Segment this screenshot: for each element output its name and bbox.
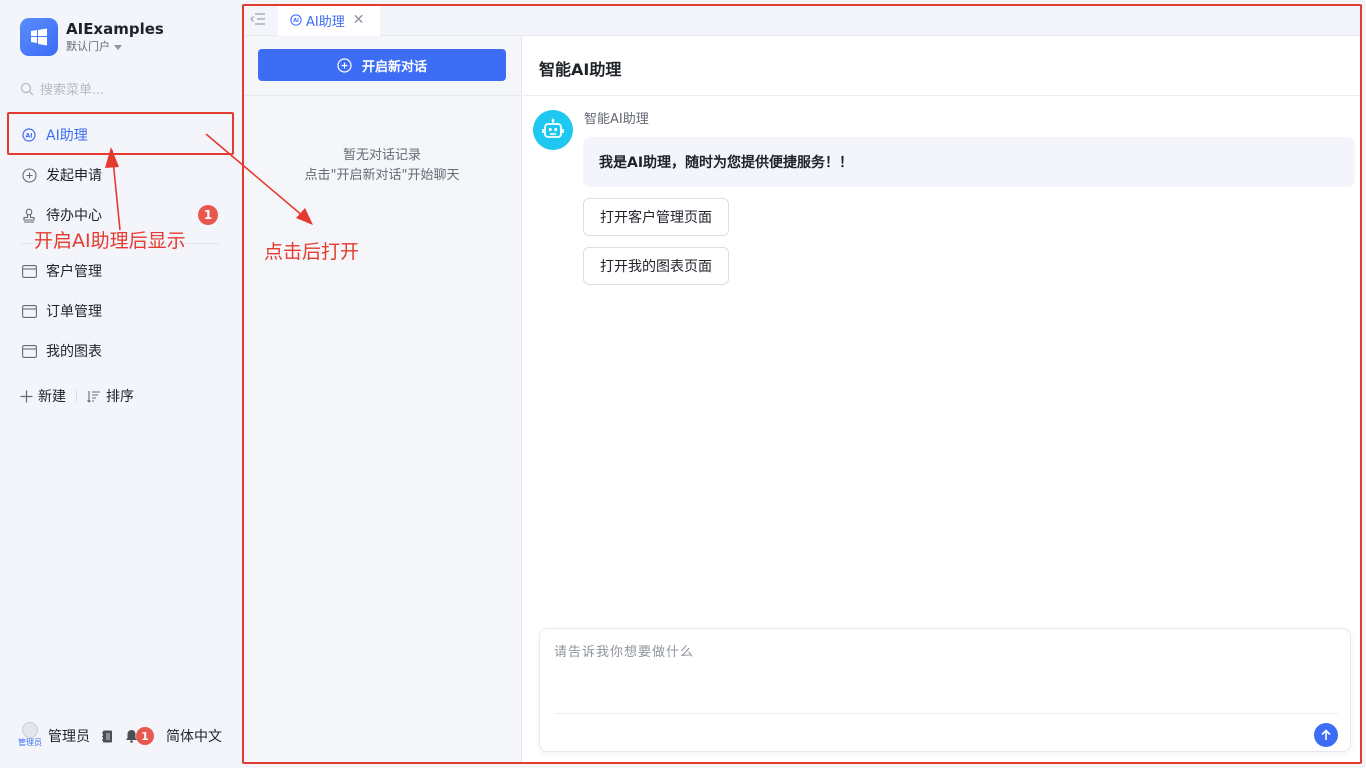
avatar[interactable]: 管理员 bbox=[18, 722, 42, 750]
quick-action-label: 打开客户管理页面 bbox=[600, 210, 712, 226]
folder-icon bbox=[20, 342, 38, 360]
svg-text:AI: AI bbox=[293, 18, 299, 24]
svg-text:AI: AI bbox=[26, 133, 33, 140]
sidebar-item-ai-assistant[interactable]: AI AI助理 bbox=[20, 115, 220, 155]
plus-circle-icon bbox=[20, 166, 38, 184]
stamp-icon bbox=[20, 206, 38, 224]
caret-down-icon bbox=[114, 44, 122, 50]
sidebar: AIExamples 默认门户 搜索菜单... AI AI助理 发起申请 待办中… bbox=[0, 0, 242, 768]
sidebar-item-label: 我的图表 bbox=[46, 344, 102, 360]
sidebar-item-label: 发起申请 bbox=[46, 168, 102, 184]
sort-label: 排序 bbox=[106, 389, 134, 405]
language-switcher[interactable]: 简体中文 bbox=[166, 726, 222, 746]
tab-ai-assistant[interactable]: AI AI助理 ✕ bbox=[278, 4, 380, 36]
sidebar-item-label: 客户管理 bbox=[46, 264, 102, 280]
quick-action-button[interactable]: 打开客户管理页面 bbox=[583, 198, 729, 236]
brand[interactable]: AIExamples 默认门户 bbox=[20, 18, 164, 56]
notifications-button[interactable]: 1 bbox=[125, 727, 154, 745]
conversation-list-panel: 开启新对话 暂无对话记录 点击"开启新对话"开始聊天 bbox=[242, 36, 522, 764]
bot-message-bubble: 我是AI助理，随时为您提供便捷服务！！ bbox=[583, 137, 1355, 187]
sidebar-actions: 新建 排序 bbox=[20, 386, 134, 406]
new-conversation-label: 开启新对话 bbox=[361, 58, 427, 74]
user-name[interactable]: 管理员 bbox=[48, 726, 90, 746]
main-content: AI AI助理 ✕ 开启新对话 暂无对话记录 点击"开启新对话"开始聊天 智能A… bbox=[242, 4, 1362, 764]
quick-action-button[interactable]: 打开我的图表页面 bbox=[583, 247, 729, 285]
sidebar-item-apply[interactable]: 发起申请 bbox=[20, 155, 220, 195]
ai-icon: AI bbox=[20, 126, 38, 144]
plus-icon bbox=[20, 390, 33, 402]
robot-icon bbox=[533, 110, 573, 150]
close-tab-icon[interactable]: ✕ bbox=[353, 12, 365, 28]
empty-conversations: 暂无对话记录 点击"开启新对话"开始聊天 bbox=[242, 146, 522, 186]
panel-divider bbox=[242, 95, 522, 96]
user-avatar-icon bbox=[22, 722, 38, 738]
annotation-open-note: 点击后打开 bbox=[264, 241, 360, 263]
notification-count-badge: 1 bbox=[136, 727, 154, 745]
empty-hint: 点击"开启新对话"开始聊天 bbox=[304, 168, 460, 183]
brand-name: AIExamples bbox=[66, 20, 164, 38]
chat-panel: 智能AI助理 智能AI助理 我是AI助理，随时为您提供便捷服务！！ 打开客户管理… bbox=[523, 36, 1362, 764]
collapse-menu-icon bbox=[250, 13, 265, 25]
empty-title: 暂无对话记录 bbox=[342, 148, 421, 163]
chat-title: 智能AI助理 bbox=[539, 60, 622, 79]
send-button[interactable] bbox=[1314, 723, 1338, 747]
address-book-button[interactable] bbox=[102, 730, 113, 743]
tab-bar: AI AI助理 ✕ bbox=[242, 4, 1362, 36]
sidebar-item-customers[interactable]: 客户管理 bbox=[20, 251, 220, 291]
folder-icon bbox=[20, 302, 38, 320]
portal-selector[interactable]: 默认门户 bbox=[66, 39, 164, 55]
windows-logo-icon bbox=[20, 18, 58, 56]
ai-icon: AI bbox=[290, 14, 302, 26]
plus-circle-icon bbox=[337, 57, 352, 73]
new-menu-button[interactable]: 新建 bbox=[20, 386, 66, 406]
search-placeholder: 搜索菜单... bbox=[40, 83, 105, 98]
sort-icon bbox=[87, 390, 100, 403]
todo-count-badge: 1 bbox=[198, 205, 218, 225]
arrow-up-icon bbox=[1321, 729, 1331, 740]
sidebar-item-label: 待办中心 bbox=[46, 208, 102, 224]
address-book-icon bbox=[102, 730, 112, 742]
avatar-tag: 管理员 bbox=[18, 738, 42, 747]
sidebar-item-label: AI助理 bbox=[46, 128, 88, 144]
message-input[interactable] bbox=[554, 641, 1334, 701]
sidebar-item-label: 订单管理 bbox=[46, 304, 102, 320]
menu-search[interactable]: 搜索菜单... bbox=[20, 79, 104, 98]
collapse-sidebar-button[interactable] bbox=[250, 12, 266, 30]
quick-action-label: 打开我的图表页面 bbox=[600, 259, 712, 275]
portal-label: 默认门户 bbox=[66, 40, 110, 53]
new-conversation-button[interactable]: 开启新对话 bbox=[258, 49, 506, 81]
folder-icon bbox=[20, 262, 38, 280]
chat-header-divider bbox=[523, 95, 1362, 96]
sidebar-item-orders[interactable]: 订单管理 bbox=[20, 291, 220, 331]
search-icon bbox=[20, 82, 34, 95]
composer-divider bbox=[554, 713, 1338, 714]
bot-name: 智能AI助理 bbox=[584, 112, 649, 127]
annotation-menu-note: 开启AI助理后显示 bbox=[34, 230, 186, 252]
message-composer bbox=[539, 628, 1351, 752]
sidebar-item-charts[interactable]: 我的图表 bbox=[20, 331, 220, 371]
tab-label: AI助理 bbox=[306, 14, 345, 30]
sort-menu-button[interactable]: 排序 bbox=[87, 386, 134, 406]
user-bar: 管理员 管理员 1 简体中文 bbox=[18, 722, 222, 750]
actions-divider bbox=[76, 389, 77, 403]
new-label: 新建 bbox=[38, 389, 66, 405]
bot-message-text: 我是AI助理，随时为您提供便捷服务！！ bbox=[599, 155, 854, 171]
